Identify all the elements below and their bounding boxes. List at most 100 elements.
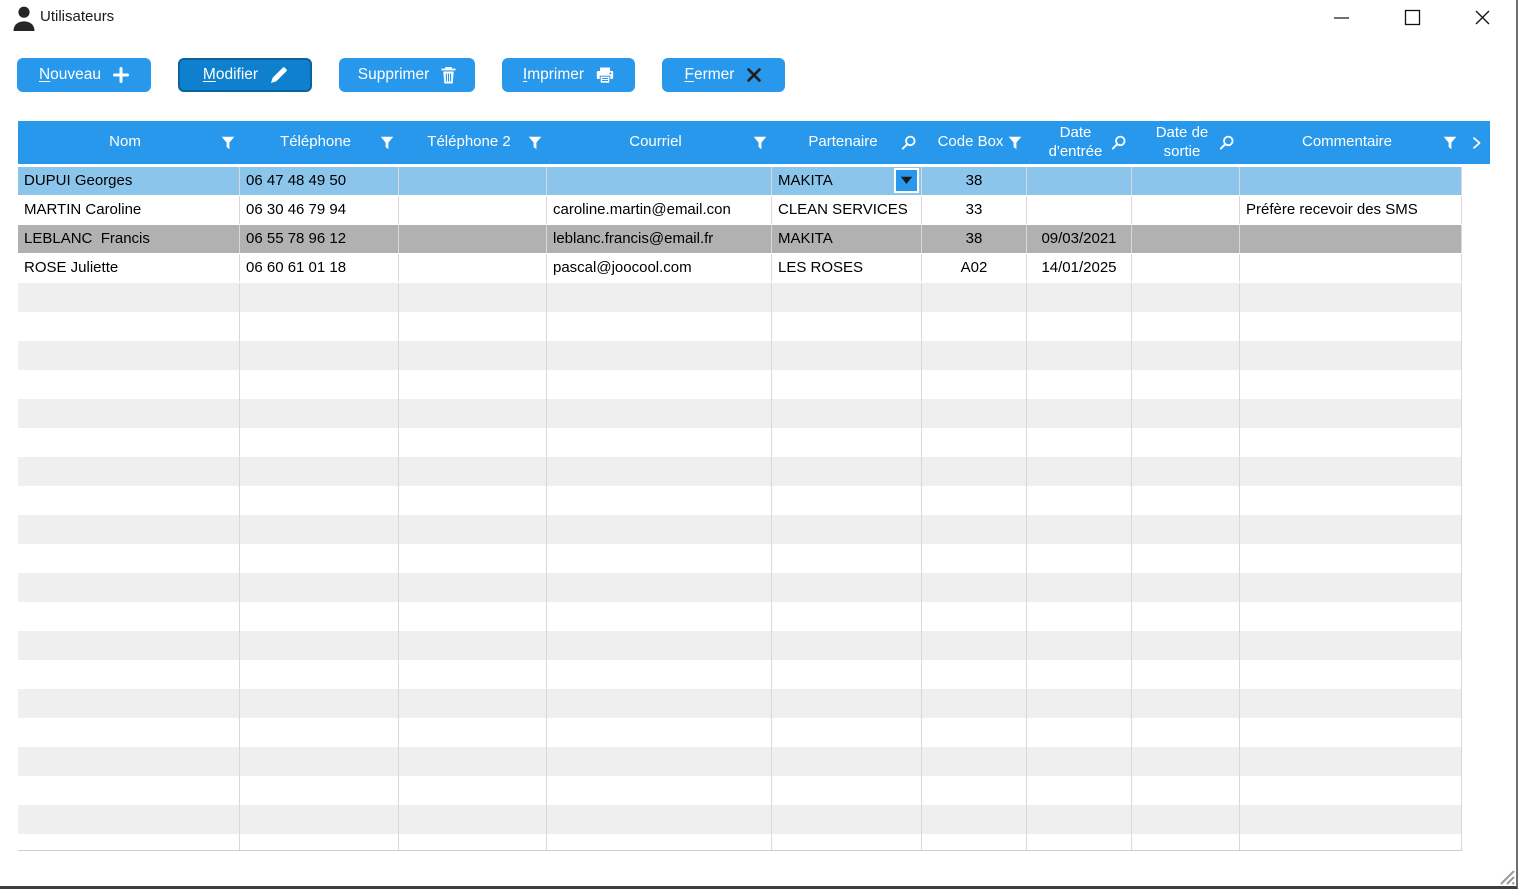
cell-codebox[interactable]: 38: [922, 225, 1027, 253]
column-header-codebox[interactable]: Code Box: [922, 121, 1027, 164]
column-header-partenaire[interactable]: Partenaire: [772, 121, 922, 164]
cell-date_sortie[interactable]: [1132, 225, 1240, 253]
partenaire-dropdown-button[interactable]: [894, 168, 919, 193]
cell-telephone2[interactable]: [399, 225, 547, 253]
cell-courriel[interactable]: pascal@joocool.com: [547, 254, 772, 282]
cell-nom[interactable]: MARTIN Caroline: [18, 196, 240, 224]
empty-cell-commentaire: [1240, 312, 1462, 341]
empty-cell-courriel: [547, 689, 772, 718]
supprimer-button[interactable]: Supprimer: [339, 58, 475, 92]
cell-date_entree[interactable]: [1027, 167, 1132, 195]
nouveau-button[interactable]: Nouveau: [17, 58, 151, 92]
cell-nom[interactable]: DUPUI Georges: [18, 167, 240, 195]
cell-commentaire[interactable]: [1240, 225, 1462, 253]
cell-codebox[interactable]: 33: [922, 196, 1027, 224]
cell-telephone2[interactable]: [399, 196, 547, 224]
column-header-telephone2[interactable]: Téléphone 2: [399, 121, 547, 164]
column-header-date_sortie[interactable]: Date de sortie: [1132, 121, 1240, 164]
cell-courriel[interactable]: caroline.martin@email.con: [547, 196, 772, 224]
cell-date_entree[interactable]: 09/03/2021: [1027, 225, 1132, 253]
cell-commentaire[interactable]: [1240, 254, 1462, 282]
fermer-button[interactable]: Fermer: [662, 58, 785, 92]
empty-cell-telephone: [240, 457, 399, 486]
cell-telephone[interactable]: 06 60 61 01 18: [240, 254, 399, 282]
cell-commentaire[interactable]: Préfère recevoir des SMS: [1240, 196, 1462, 224]
cell-courriel[interactable]: leblanc.francis@email.fr: [547, 225, 772, 253]
plus-icon: [113, 67, 130, 83]
modifier-button[interactable]: Modifier: [178, 58, 312, 92]
empty-cell-telephone: [240, 341, 399, 370]
empty-cell-partenaire: [772, 399, 922, 428]
cell-telephone2[interactable]: [399, 254, 547, 282]
filter-icon[interactable]: [221, 136, 235, 150]
empty-cell-commentaire: [1240, 631, 1462, 660]
cell-date_entree[interactable]: 14/01/2025: [1027, 254, 1132, 282]
empty-cell-courriel: [547, 747, 772, 776]
empty-cell-date_entree: [1027, 283, 1132, 312]
empty-cell-nom: [18, 399, 240, 428]
cell-date_entree[interactable]: [1027, 196, 1132, 224]
empty-cell-date_entree: [1027, 341, 1132, 370]
filter-icon[interactable]: [1008, 136, 1022, 150]
empty-cell-date_entree: [1027, 776, 1132, 805]
empty-cell-telephone: [240, 428, 399, 457]
more-columns-indicator[interactable]: [1462, 121, 1490, 164]
cell-codebox[interactable]: A02: [922, 254, 1027, 282]
column-header-date_entree[interactable]: Date d'entrée: [1027, 121, 1132, 164]
cell-date_sortie[interactable]: [1132, 254, 1240, 282]
cell-telephone[interactable]: 06 55 78 96 12: [240, 225, 399, 253]
cell-partenaire[interactable]: MAKITA: [772, 167, 922, 195]
empty-cell-partenaire: [772, 341, 922, 370]
supprimer-button-label: Supprimer: [357, 66, 430, 83]
empty-cell-codebox: [922, 428, 1027, 457]
filter-icon[interactable]: [380, 136, 394, 150]
empty-cell-date_entree: [1027, 718, 1132, 747]
cell-date_sortie[interactable]: [1132, 196, 1240, 224]
cell-codebox[interactable]: 38: [922, 167, 1027, 195]
cell-courriel[interactable]: [547, 167, 772, 195]
empty-cell-date_sortie: [1132, 689, 1240, 718]
empty-cell-telephone2: [399, 399, 547, 428]
cell-date_sortie[interactable]: [1132, 167, 1240, 195]
empty-cell-commentaire: [1240, 544, 1462, 573]
pencil-icon: [270, 66, 287, 84]
chevron-right-icon[interactable]: [1472, 136, 1482, 150]
table-empty-row: [18, 631, 1462, 660]
empty-cell-codebox: [922, 631, 1027, 660]
resize-grip-icon: [1493, 863, 1515, 885]
minimize-button[interactable]: [1331, 7, 1351, 27]
minimize-icon: [1332, 8, 1351, 27]
resize-grip[interactable]: [1493, 863, 1515, 885]
cell-telephone2[interactable]: [399, 167, 547, 195]
empty-cell-date_sortie: [1132, 341, 1240, 370]
empty-cell-date_entree: [1027, 515, 1132, 544]
cell-partenaire[interactable]: MAKITA: [772, 225, 922, 253]
maximize-button[interactable]: [1402, 7, 1422, 27]
cell-partenaire[interactable]: CLEAN SERVICES: [772, 196, 922, 224]
search-icon[interactable]: [901, 135, 917, 151]
cell-telephone[interactable]: 06 47 48 49 50: [240, 167, 399, 195]
cell-telephone[interactable]: 06 30 46 79 94: [240, 196, 399, 224]
column-header-telephone[interactable]: Téléphone: [240, 121, 399, 164]
empty-cell-courriel: [547, 515, 772, 544]
column-header-commentaire[interactable]: Commentaire: [1240, 121, 1462, 164]
empty-cell-codebox: [922, 660, 1027, 689]
empty-cell-telephone2: [399, 544, 547, 573]
cell-nom[interactable]: ROSE Juliette: [18, 254, 240, 282]
cell-commentaire[interactable]: [1240, 167, 1462, 195]
column-header-courriel[interactable]: Courriel: [547, 121, 772, 164]
close-button[interactable]: [1472, 7, 1492, 27]
column-header-nom[interactable]: Nom: [18, 121, 240, 164]
empty-cell-telephone2: [399, 283, 547, 312]
cell-nom[interactable]: LEBLANC Francis: [18, 225, 240, 253]
filter-icon[interactable]: [753, 136, 767, 150]
filter-icon[interactable]: [528, 136, 542, 150]
filter-icon[interactable]: [1443, 136, 1457, 150]
empty-cell-telephone2: [399, 631, 547, 660]
empty-cell-nom: [18, 631, 240, 660]
search-icon[interactable]: [1111, 135, 1127, 151]
cell-partenaire[interactable]: LES ROSES: [772, 254, 922, 282]
empty-cell-date_sortie: [1132, 312, 1240, 341]
search-icon[interactable]: [1219, 135, 1235, 151]
imprimer-button[interactable]: Imprimer: [502, 58, 635, 92]
